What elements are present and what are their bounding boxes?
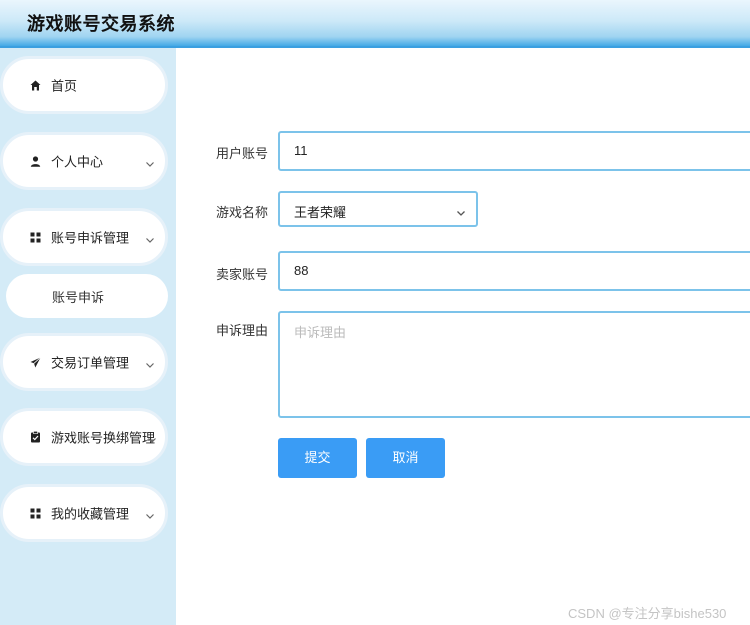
cancel-button[interactable]: 取消 [366, 438, 445, 478]
sidebar-item-order-management[interactable]: 交易订单管理 [0, 333, 168, 391]
sidebar-item-personal-center[interactable]: 个人中心 [0, 132, 168, 190]
appeal-reason-textarea[interactable]: 申诉理由 [278, 311, 750, 418]
sidebar-item-label: 账号申诉管理 [51, 230, 130, 246]
submenu-item-label: 账号申诉 [52, 290, 105, 305]
app-title: 游戏账号交易系统 [27, 14, 175, 34]
sidebar-item-appeal-management[interactable]: 账号申诉管理 [0, 208, 168, 266]
sidebar-item-label: 我的收藏管理 [51, 506, 130, 522]
sidebar-item-rebind-management[interactable]: 游戏账号换绑管理 [0, 408, 168, 466]
user-account-field[interactable]: 11 [278, 131, 750, 171]
user-icon [29, 155, 41, 167]
grid-icon [29, 231, 41, 243]
grid-icon [29, 507, 41, 519]
sidebar-item-favorites-management[interactable]: 我的收藏管理 [0, 484, 168, 542]
chevron-down-icon [145, 156, 155, 167]
appeal-reason-label: 申诉理由 [216, 323, 269, 338]
game-name-selected-value: 王者荣耀 [294, 205, 347, 220]
top-header: 游戏账号交易系统 [0, 0, 750, 48]
seller-account-field[interactable]: 88 [278, 251, 750, 291]
clipboard-icon [29, 431, 41, 443]
chevron-down-icon [456, 205, 466, 216]
chevron-down-icon [145, 508, 155, 519]
sidebar-item-label: 游戏账号换绑管理 [51, 430, 156, 446]
seller-account-label: 卖家账号 [216, 267, 269, 282]
sidebar-item-label: 首页 [51, 78, 78, 94]
sidebar-item-home[interactable]: 首页 [0, 56, 168, 114]
sidebar-item-label: 个人中心 [51, 154, 104, 170]
chevron-down-icon [145, 232, 155, 243]
submit-button[interactable]: 提交 [278, 438, 357, 478]
appeal-reason-placeholder: 申诉理由 [294, 325, 347, 340]
watermark: CSDN @专注分享bishe530 [568, 606, 727, 621]
game-name-select[interactable]: 王者荣耀 [278, 191, 478, 227]
sidebar-item-label: 交易订单管理 [51, 355, 130, 371]
chevron-down-icon [145, 357, 155, 368]
submenu-item-account-appeal[interactable]: 账号申诉 [6, 274, 168, 318]
user-account-label: 用户账号 [216, 146, 269, 161]
send-icon [29, 356, 41, 368]
home-icon [29, 79, 41, 91]
game-name-label: 游戏名称 [216, 205, 269, 220]
chevron-down-icon [147, 432, 157, 443]
